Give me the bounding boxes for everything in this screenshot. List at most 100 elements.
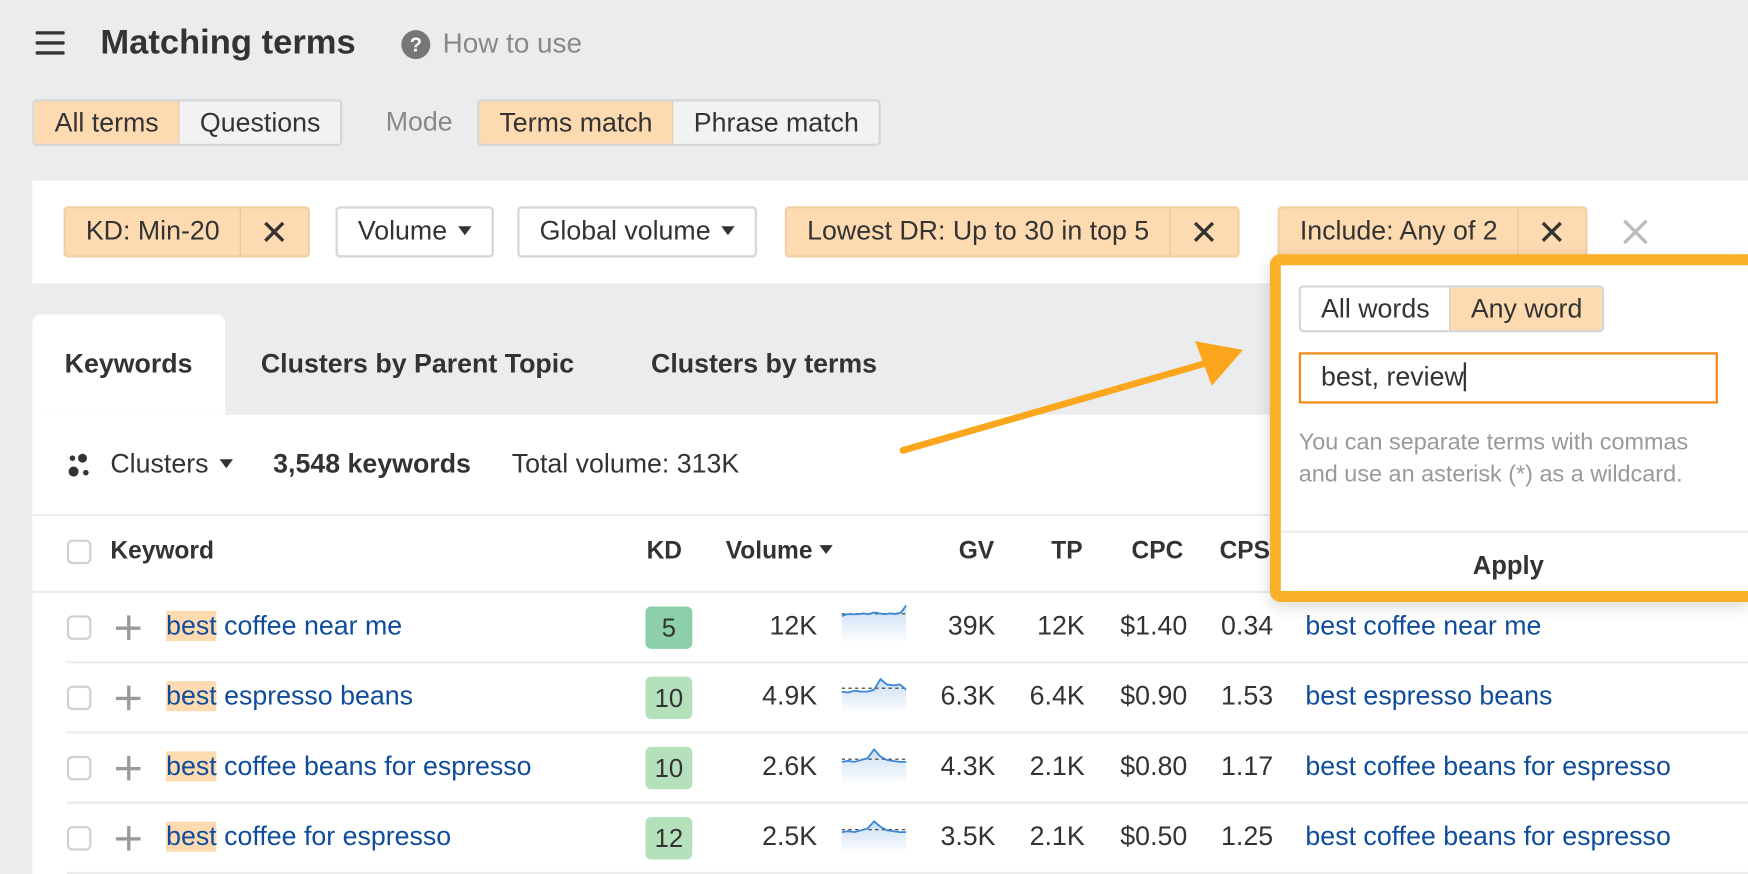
volume-trend-sparkline bbox=[841, 604, 907, 644]
question-circle-icon[interactable]: ? bbox=[401, 30, 431, 60]
cps-value: 1.17 bbox=[1221, 751, 1274, 782]
phrase-match-button[interactable]: Phrase match bbox=[672, 101, 879, 144]
close-icon[interactable] bbox=[1517, 208, 1586, 256]
row-divider bbox=[66, 731, 1748, 734]
parent-topic-link[interactable]: best coffee beans for espresso bbox=[1305, 822, 1670, 853]
match-type-toggle: All words Any word bbox=[1298, 285, 1605, 333]
sparkline-area bbox=[841, 749, 907, 784]
row-checkbox[interactable] bbox=[66, 755, 92, 781]
column-header-volume[interactable]: Volume bbox=[726, 536, 833, 565]
keyword-link[interactable]: best coffee near me bbox=[166, 610, 402, 642]
any-word-button[interactable]: Any word bbox=[1449, 287, 1603, 330]
filter-include[interactable]: Include: Any of 2 bbox=[1277, 206, 1588, 258]
filter-kd[interactable]: KD: Min-20 bbox=[63, 206, 310, 258]
row-checkbox[interactable] bbox=[66, 826, 92, 851]
volume-trend-sparkline bbox=[841, 747, 907, 784]
clear-filters-icon[interactable] bbox=[1621, 217, 1650, 246]
how-to-use-link[interactable]: How to use bbox=[443, 28, 582, 60]
sort-desc-icon bbox=[819, 545, 833, 555]
column-header-gv[interactable]: GV bbox=[959, 536, 994, 565]
keywords-count: 3,548 keywords bbox=[273, 449, 471, 480]
filter-volume-label: Volume bbox=[357, 216, 448, 247]
cps-value: 1.53 bbox=[1221, 681, 1274, 712]
volume-value: 12K bbox=[769, 610, 818, 642]
filter-lowest-dr-label[interactable]: Lowest DR: Up to 30 in top 5 bbox=[787, 208, 1169, 255]
highlighted-term: best bbox=[166, 610, 217, 642]
tab-keywords[interactable]: Keywords bbox=[32, 314, 225, 415]
parent-topic-link[interactable]: best coffee near me bbox=[1305, 611, 1541, 642]
tp-value: 2.1K bbox=[1029, 751, 1085, 782]
clusters-dropdown[interactable]: Clusters bbox=[110, 449, 234, 480]
keyword-link[interactable]: best coffee for espresso bbox=[166, 821, 452, 853]
cpc-value: $0.50 bbox=[1120, 821, 1188, 852]
filter-kd-label[interactable]: KD: Min-20 bbox=[66, 208, 240, 255]
highlighted-term: best bbox=[166, 681, 217, 712]
select-all-checkbox[interactable] bbox=[66, 539, 92, 565]
kd-badge: 10 bbox=[645, 746, 693, 790]
keyword-text: coffee beans for espresso bbox=[216, 751, 532, 782]
keyword-text: coffee for espresso bbox=[216, 821, 452, 852]
cpc-value: $0.80 bbox=[1120, 751, 1188, 782]
column-header-cps[interactable]: CPS bbox=[1220, 536, 1270, 565]
row-divider bbox=[66, 661, 1748, 664]
add-to-list-icon[interactable] bbox=[115, 685, 141, 711]
keyword-text: espresso beans bbox=[216, 681, 414, 712]
cps-value: 0.34 bbox=[1221, 610, 1274, 642]
close-icon[interactable] bbox=[1169, 208, 1237, 256]
gv-value: 3.5K bbox=[940, 821, 996, 852]
add-to-list-icon[interactable] bbox=[115, 826, 141, 851]
column-header-cpc[interactable]: CPC bbox=[1132, 536, 1184, 565]
annotation-arrow bbox=[899, 341, 1244, 454]
filter-global-volume-label: Global volume bbox=[539, 216, 711, 247]
clusters-icon bbox=[68, 453, 89, 477]
row-checkbox[interactable] bbox=[66, 615, 92, 640]
close-icon[interactable] bbox=[239, 208, 308, 256]
mode-toggle: Terms match Phrase match bbox=[477, 99, 882, 147]
kd-badge: 10 bbox=[645, 676, 693, 720]
tp-value: 12K bbox=[1037, 610, 1085, 642]
terms-toggle: All terms Questions bbox=[32, 99, 343, 147]
filter-global-volume[interactable]: Global volume bbox=[517, 206, 758, 258]
volume-trend-sparkline bbox=[841, 677, 907, 714]
terms-match-button[interactable]: Terms match bbox=[479, 101, 673, 144]
column-header-tp[interactable]: TP bbox=[1051, 536, 1082, 565]
tab-clusters-terms[interactable]: Clusters by terms bbox=[651, 314, 877, 414]
keyword-link[interactable]: best coffee beans for espresso bbox=[166, 751, 532, 782]
parent-topic-link[interactable]: best espresso beans bbox=[1305, 681, 1552, 712]
questions-button[interactable]: Questions bbox=[178, 101, 341, 144]
kd-badge: 5 bbox=[645, 606, 693, 649]
gv-value: 4.3K bbox=[940, 751, 996, 782]
column-header-kd[interactable]: KD bbox=[647, 536, 682, 565]
apply-button[interactable]: Apply bbox=[1281, 551, 1736, 581]
all-words-button[interactable]: All words bbox=[1300, 287, 1450, 330]
hamburger-menu-icon[interactable] bbox=[35, 31, 65, 56]
caret-down-icon bbox=[458, 225, 472, 235]
volume-trend-sparkline bbox=[841, 820, 907, 854]
include-hint: You can separate terms with commas and u… bbox=[1298, 429, 1689, 488]
add-to-list-icon[interactable] bbox=[115, 755, 141, 781]
text-cursor bbox=[1463, 361, 1467, 391]
keyword-link[interactable]: best espresso beans bbox=[166, 681, 413, 712]
gv-value: 39K bbox=[947, 610, 996, 642]
column-header-keyword[interactable]: Keyword bbox=[110, 536, 214, 565]
cpc-value: $0.90 bbox=[1120, 681, 1188, 712]
sparkline-area bbox=[841, 605, 907, 644]
parent-topic-link[interactable]: best coffee beans for espresso bbox=[1305, 751, 1670, 782]
include-terms-input[interactable]: best, review bbox=[1298, 352, 1718, 404]
tab-clusters-parent-topic[interactable]: Clusters by Parent Topic bbox=[261, 314, 574, 414]
tp-value: 6.4K bbox=[1029, 681, 1085, 712]
cps-value: 1.25 bbox=[1221, 821, 1274, 852]
row-checkbox[interactable] bbox=[66, 685, 92, 711]
total-volume: Total volume: 313K bbox=[511, 449, 740, 480]
all-terms-button[interactable]: All terms bbox=[34, 101, 179, 144]
add-to-list-icon[interactable] bbox=[115, 615, 141, 640]
cpc-value: $1.40 bbox=[1120, 610, 1188, 642]
caret-down-icon bbox=[721, 225, 736, 235]
filter-lowest-dr[interactable]: Lowest DR: Up to 30 in top 5 bbox=[784, 206, 1240, 258]
include-filter-popup: All words Any word best, review You can … bbox=[1269, 254, 1748, 602]
tp-value: 2.1K bbox=[1029, 821, 1085, 852]
filter-include-label[interactable]: Include: Any of 2 bbox=[1280, 208, 1518, 255]
caret-down-icon bbox=[219, 458, 234, 468]
volume-value: 2.5K bbox=[762, 821, 818, 852]
filter-volume[interactable]: Volume bbox=[335, 206, 494, 258]
